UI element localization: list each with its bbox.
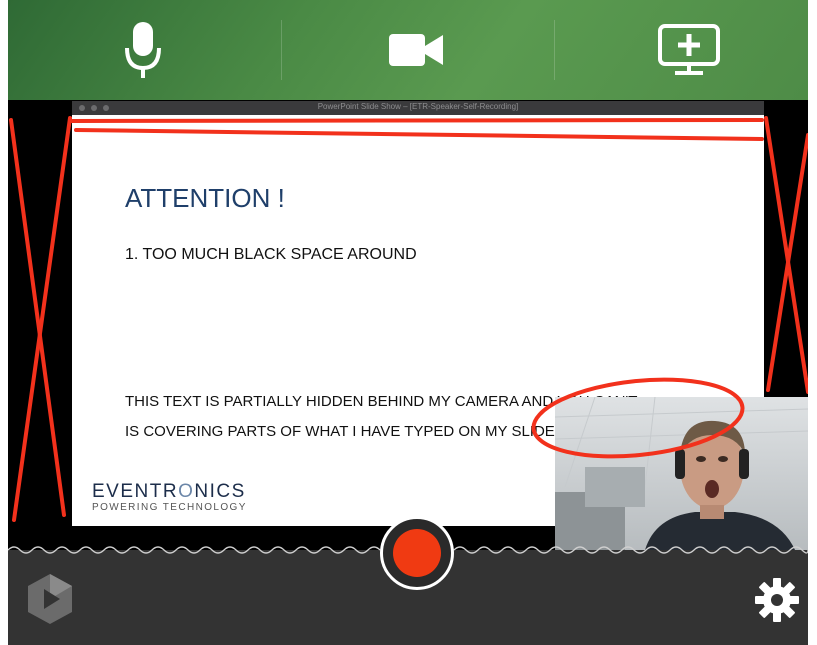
window-titlebar: PowerPoint Slide Show – [ETR-Speaker-Sel… xyxy=(72,101,764,115)
camera-feed-image xyxy=(555,397,808,550)
top-toolbar xyxy=(8,0,808,100)
camera-preview[interactable] xyxy=(555,397,808,550)
slide-title: ATTENTION ! xyxy=(125,183,285,213)
microphone-icon xyxy=(125,22,161,78)
logo-tagline: POWERING TECHNOLOGY xyxy=(92,502,247,513)
record-icon xyxy=(393,529,441,577)
app-logo-icon[interactable] xyxy=(26,572,74,626)
camera-button[interactable] xyxy=(381,18,451,82)
screen-share-button[interactable] xyxy=(654,18,724,82)
eventronics-logo: EVENTRONICS POWERING TECHNOLOGY xyxy=(92,481,247,513)
record-button[interactable] xyxy=(380,516,454,590)
slide-list-item: 1. TOO MUCH BLACK SPACE AROUND xyxy=(125,246,417,263)
recording-app: PowerPoint Slide Show – [ETR-Speaker-Sel… xyxy=(8,0,808,645)
microphone-button[interactable] xyxy=(108,18,178,82)
screen-add-icon xyxy=(658,24,720,75)
logo-wordmark: EVENTRONICS xyxy=(92,481,246,502)
slide-body-line: IS COVERING PARTS OF WHAT I HAVE TYPED O… xyxy=(125,423,555,440)
gear-icon[interactable] xyxy=(754,577,800,623)
video-camera-icon xyxy=(389,34,443,66)
window-title: PowerPoint Slide Show – [ETR-Speaker-Sel… xyxy=(317,102,519,111)
